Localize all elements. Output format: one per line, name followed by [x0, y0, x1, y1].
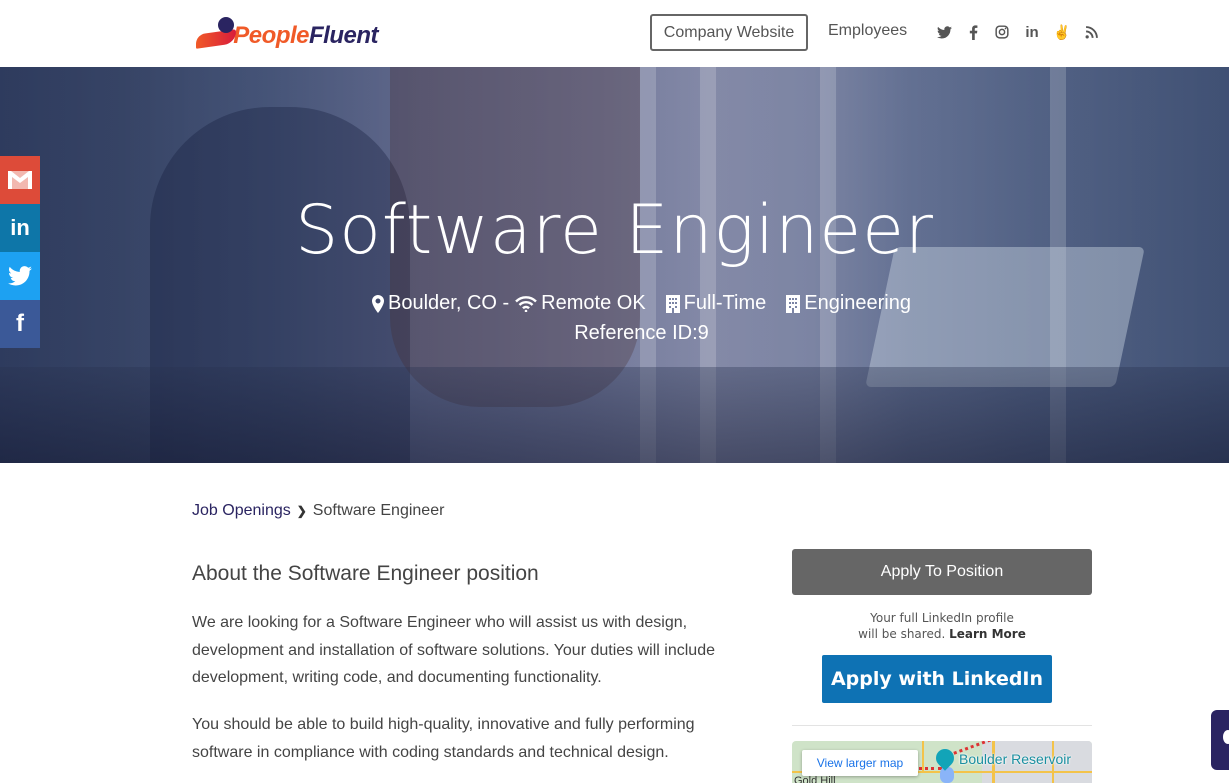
share-linkedin-button[interactable]: in — [0, 204, 40, 252]
map-pin-icon — [372, 294, 384, 313]
description-paragraph: We are looking for a Software Engineer w… — [192, 614, 715, 686]
apply-to-position-button[interactable]: Apply To Position — [792, 549, 1092, 595]
apply-with-linkedin-button[interactable]: Apply with LinkedIn — [822, 655, 1052, 703]
social-links: in ✌ — [936, 22, 1099, 42]
share-gmail-button[interactable] — [0, 156, 40, 204]
share-twitter-button[interactable] — [0, 252, 40, 300]
facebook-icon[interactable] — [965, 22, 981, 42]
linkedin-icon: in — [10, 215, 30, 240]
map-partial-label: Gold Hill — [794, 775, 836, 783]
job-meta: Boulder, CO - Remote OK Full-Time Engine… — [0, 292, 1229, 315]
job-employment-type: Full-Time — [665, 292, 766, 315]
logo-mark-icon — [196, 15, 236, 53]
breadcrumb-job-openings[interactable]: Job Openings — [192, 502, 291, 520]
angellist-icon[interactable]: ✌ — [1053, 22, 1070, 42]
share-facebook-button[interactable]: f — [0, 300, 40, 348]
company-website-button[interactable]: Company Website — [650, 14, 808, 51]
linkedin-icon[interactable]: in — [1023, 22, 1041, 42]
facebook-icon: f — [16, 310, 24, 337]
twitter-icon[interactable] — [936, 22, 952, 42]
map-place-label: Boulder Reservoir — [959, 751, 1072, 767]
peoplefluent-logo[interactable]: PeopleFluent — [196, 14, 379, 54]
employees-link[interactable]: Employees — [828, 22, 907, 40]
section-title: About the Software Engineer position — [192, 562, 539, 585]
job-location: Boulder, CO - — [372, 292, 509, 315]
instagram-icon[interactable] — [994, 22, 1010, 42]
chat-icon — [1223, 730, 1229, 744]
hero-banner: Software Engineer Boulder, CO - Remote O… — [0, 67, 1229, 463]
twitter-icon — [8, 266, 32, 286]
chat-widget-button[interactable] — [1211, 710, 1229, 770]
description-paragraph: You should be able to build high-quality… — [192, 716, 695, 761]
breadcrumb-current: Software Engineer — [312, 502, 445, 519]
logo-text: PeopleFluent — [233, 22, 378, 49]
gmail-icon — [8, 171, 32, 189]
building-icon — [665, 294, 680, 313]
linkedin-note: Your full LinkedIn profile will be share… — [858, 611, 1026, 641]
divider — [792, 725, 1092, 726]
learn-more-link[interactable]: Learn More — [949, 627, 1026, 641]
building-icon — [786, 294, 801, 313]
location-map[interactable]: View larger map Boulder Reservoir Gold H… — [792, 741, 1092, 783]
job-reference-id: Reference ID:9 — [574, 322, 709, 344]
breadcrumb: Job Openings ❯ Software Engineer — [192, 502, 444, 520]
job-title: Software Engineer — [295, 191, 934, 270]
share-bar: in f — [0, 156, 40, 348]
wifi-icon — [515, 295, 538, 312]
job-department: Engineering — [786, 292, 911, 315]
job-remote: Remote OK — [515, 292, 646, 315]
chevron-right-icon: ❯ — [296, 504, 307, 518]
site-header: PeopleFluent Company Website Employees i… — [0, 0, 1229, 67]
view-larger-map-link[interactable]: View larger map — [802, 750, 918, 776]
rss-icon[interactable] — [1083, 22, 1099, 42]
